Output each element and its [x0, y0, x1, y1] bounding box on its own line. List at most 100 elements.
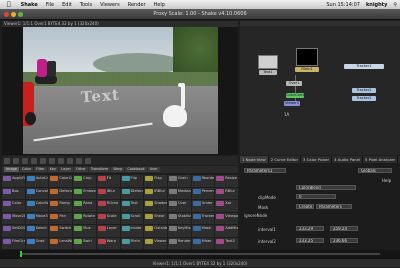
node[interactable]: Over1 — [286, 81, 302, 86]
mask-create-field[interactable]: Create — [296, 204, 314, 209]
help-label[interactable]: Help — [382, 178, 391, 183]
tool-button[interactable]: Pan — [49, 212, 73, 224]
tool-button[interactable]: Swirl — [73, 237, 96, 249]
tool-button[interactable]: Rand — [73, 200, 96, 212]
tool-button[interactable]: Mixer — [191, 237, 215, 249]
tab-node-view[interactable]: 1 Node View — [240, 156, 269, 163]
tool-button[interactable]: ColorCorrect — [49, 175, 73, 187]
tool-button[interactable]: FileIn — [120, 237, 144, 249]
update-icon[interactable] — [85, 157, 91, 164]
node-view[interactable]: Text1 FileIn1 Over1 ColorCorrect1 Viewer… — [240, 21, 400, 155]
stop-icon[interactable] — [13, 157, 19, 164]
tool-button[interactable]: Shear — [144, 212, 167, 224]
tool-button[interactable]: Grain — [167, 175, 191, 187]
tool-button[interactable]: LensWarp — [49, 237, 73, 249]
menu-item[interactable]: Shake — [17, 2, 42, 8]
clipmode-field[interactable]: 0 — [296, 194, 336, 199]
search-icon[interactable]: ⚲ — [390, 2, 400, 8]
node[interactable]: Tracker2 — [352, 96, 376, 101]
tool-button[interactable]: IDefocus — [120, 187, 144, 199]
tool-button[interactable]: Median — [167, 187, 191, 199]
play-icon[interactable] — [4, 157, 10, 164]
tool-button[interactable]: Over — [167, 200, 191, 212]
channel-icon[interactable] — [22, 157, 28, 164]
tool-tab[interactable]: Image — [4, 167, 19, 172]
tool-button[interactable]: KeyMix — [167, 225, 191, 237]
tool-tab[interactable]: Color — [19, 167, 34, 172]
tool-button[interactable]: Scroll — [120, 212, 144, 224]
tool-button[interactable]: Mux — [73, 225, 96, 237]
node[interactable]: Tracker1 — [344, 64, 384, 69]
menu-item[interactable]: Edit — [58, 2, 76, 8]
tab-curve-editor[interactable]: 2 Curve Editor — [269, 156, 302, 163]
tool-button[interactable]: Switch — [49, 225, 73, 237]
tool-button[interactable]: Layer — [96, 225, 120, 237]
menu-item[interactable]: File — [42, 2, 58, 8]
tool-button[interactable]: Select — [25, 225, 49, 237]
compare-icon[interactable] — [49, 157, 55, 164]
tool-button[interactable]: Ramp — [49, 200, 73, 212]
tool-tab[interactable]: Warp — [111, 167, 125, 172]
user-name[interactable]: knighty — [363, 2, 390, 8]
zoom-icon[interactable] — [31, 157, 37, 164]
timeline-track[interactable] — [20, 253, 380, 255]
lut-icon[interactable] — [58, 157, 64, 164]
tool-button[interactable]: IBlur — [96, 187, 120, 199]
tab-audio-panel[interactable]: 4 Audio Panel — [332, 156, 363, 163]
menu-item[interactable]: Help — [150, 2, 169, 8]
tool-button[interactable]: PercentBlur — [191, 187, 215, 199]
dod-icon[interactable] — [76, 157, 82, 164]
menu-item[interactable]: Viewers — [96, 2, 124, 8]
tool-button[interactable]: Viewer — [144, 237, 167, 249]
tool-button[interactable]: Convolve — [25, 187, 49, 199]
tool-button[interactable]: Mask — [191, 225, 215, 237]
tool-button[interactable]: ApplyFilter — [2, 175, 25, 187]
tool-button[interactable]: AddMix — [215, 225, 238, 237]
tool-button[interactable]: Viewport — [215, 212, 238, 224]
tool-button[interactable]: Box — [2, 187, 25, 199]
tool-button[interactable]: Inside — [120, 225, 144, 237]
grid-icon[interactable] — [40, 157, 46, 164]
tool-tab[interactable]: Layer — [59, 167, 73, 172]
tab-color-picker[interactable]: 3 Color Picker — [301, 156, 333, 163]
tool-button[interactable]: Xor — [215, 200, 238, 212]
tool-button[interactable]: ColorWheel — [25, 200, 49, 212]
tool-button[interactable]: RBlur — [215, 187, 238, 199]
tool-button[interactable]: Stabilize — [167, 212, 191, 224]
tool-tab[interactable]: User — [147, 167, 160, 172]
tool-button[interactable]: Text — [120, 200, 144, 212]
clock[interactable]: Sun 15:14:07 — [323, 2, 363, 8]
tool-button[interactable]: Grad — [25, 237, 49, 249]
tool-tab[interactable]: Cookbook — [125, 167, 147, 172]
roi-icon[interactable] — [67, 157, 73, 164]
node[interactable]: Text1 — [259, 70, 277, 75]
interval2-b-field[interactable]: 236.66 — [330, 238, 358, 243]
node[interactable]: Tracker2 — [352, 88, 376, 93]
tool-button[interactable]: Flip — [120, 175, 144, 187]
tool-button[interactable]: Crop — [73, 175, 96, 187]
tool-button[interactable]: Warp — [96, 237, 120, 249]
tool-button[interactable]: Move2D — [2, 212, 25, 224]
globals-tab-field[interactable]: Globals — [358, 168, 392, 173]
tool-button[interactable]: Defocus — [49, 187, 73, 199]
tool-button[interactable]: Rotate — [73, 212, 96, 224]
interval1-a-field[interactable]: 233.29 — [296, 226, 324, 231]
node-name-field[interactable]: ColorBlend — [296, 185, 356, 190]
tool-button[interactable]: RGrad — [96, 200, 120, 212]
tool-button[interactable]: Under — [191, 200, 215, 212]
tool-button[interactable]: Scale — [96, 212, 120, 224]
tool-button[interactable]: Emboss — [73, 187, 96, 199]
tool-button[interactable]: Flop — [144, 175, 167, 187]
tool-button[interactable]: Move3D — [25, 212, 49, 224]
tool-button[interactable]: Text2 — [215, 237, 238, 249]
tool-button[interactable]: IRBlur — [144, 187, 167, 199]
interval1-b-field[interactable]: 259.24 — [330, 226, 358, 231]
tool-button[interactable]: Color — [2, 200, 25, 212]
tool-button[interactable]: AutoCrop — [25, 175, 49, 187]
tool-tab[interactable]: Other — [73, 167, 88, 172]
tool-button[interactable]: Resize — [215, 175, 238, 187]
tool-button[interactable]: Shadow — [144, 200, 167, 212]
interval2-a-field[interactable]: 233.25 — [296, 238, 324, 243]
tool-button[interactable]: Fit — [96, 175, 120, 187]
tool-tab[interactable]: Transform — [88, 167, 111, 172]
